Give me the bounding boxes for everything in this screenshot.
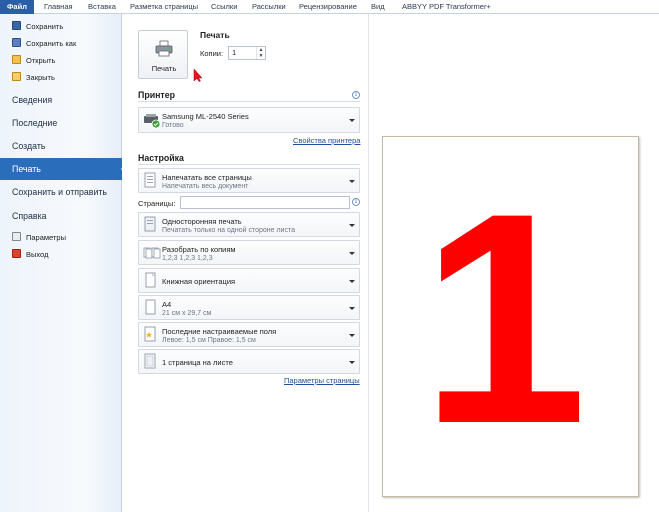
collate-dropdown-arrow-icon bbox=[349, 252, 355, 255]
print-button-label: Печать bbox=[151, 64, 177, 73]
paper-size-icon bbox=[145, 299, 156, 315]
pages-per-sheet-dropdown-arrow-icon bbox=[349, 361, 355, 364]
orientation-select[interactable]: Книжная ориентация bbox=[138, 268, 360, 293]
nav-help[interactable]: Справка bbox=[0, 205, 122, 227]
settings-heading: Настройка bbox=[138, 153, 184, 163]
nav-info[interactable]: Сведения bbox=[0, 89, 122, 111]
tab-page-layout[interactable]: Разметка страницы bbox=[130, 0, 198, 14]
page-setup-link[interactable]: Параметры страницы bbox=[284, 376, 360, 385]
sides-select[interactable]: Односторонняя печать Печатать только на … bbox=[138, 212, 360, 237]
page-number: 1 bbox=[421, 150, 588, 486]
printer-info-icon[interactable]: i bbox=[352, 91, 360, 99]
collate-title: Разобрать по копиям bbox=[162, 245, 236, 254]
nav-close-label: Закрыть bbox=[26, 73, 55, 82]
one-sided-icon bbox=[144, 216, 156, 232]
pages-per-sheet-title: 1 страница на листе bbox=[162, 358, 233, 367]
nav-exit-label: Выход bbox=[26, 250, 49, 259]
printer-name: Samsung ML-2540 Series bbox=[162, 112, 249, 121]
save-icon bbox=[12, 21, 21, 30]
copies-value: 1 bbox=[232, 48, 237, 57]
pages-per-sheet-select[interactable]: 1 страница на листе bbox=[138, 349, 360, 374]
orientation-dropdown-arrow-icon bbox=[349, 280, 355, 283]
nav-save[interactable]: Сохранить bbox=[12, 21, 63, 33]
printer-divider bbox=[138, 101, 360, 102]
collate-subtitle: 1,2,3 1,2,3 1,2,3 bbox=[162, 255, 213, 262]
tab-home[interactable]: Главная bbox=[44, 0, 73, 14]
nav-save-label: Сохранить bbox=[26, 22, 64, 31]
printer-heading: Принтер bbox=[138, 90, 175, 100]
printer-select[interactable]: Samsung ML-2540 Series Готово bbox=[138, 107, 360, 133]
nav-save-and-send[interactable]: Сохранить и отправить bbox=[0, 181, 122, 203]
sides-subtitle: Печатать только на одной стороне листа bbox=[162, 227, 295, 234]
nav-close[interactable]: Закрыть bbox=[12, 72, 55, 84]
margins-title: Последние настраиваемые поля bbox=[162, 327, 277, 336]
paper-size-dropdown-arrow-icon bbox=[349, 307, 355, 310]
tab-file[interactable]: Файл bbox=[0, 0, 34, 14]
nav-save-as[interactable]: Сохранить как bbox=[12, 38, 76, 50]
print-button[interactable]: Печать bbox=[138, 30, 188, 79]
tab-mailings[interactable]: Рассылки bbox=[252, 0, 286, 14]
save-as-icon bbox=[12, 38, 21, 47]
printer-icon bbox=[155, 40, 173, 57]
nav-new[interactable]: Создать bbox=[0, 135, 122, 157]
pages-per-sheet-icon bbox=[144, 353, 156, 369]
sides-dropdown-arrow-icon bbox=[349, 224, 355, 227]
print-scope-title: Напечатать все страницы bbox=[162, 173, 252, 182]
copies-input[interactable]: 1 ▲ ▼ bbox=[228, 46, 266, 60]
print-heading: Печать bbox=[200, 30, 230, 40]
tab-abbyy-pdf-transformer[interactable]: ABBYY PDF Transformer+ bbox=[402, 0, 491, 14]
nav-options-label: Параметры bbox=[26, 233, 66, 242]
tab-insert[interactable]: Вставка bbox=[88, 0, 116, 14]
print-scope-subtitle: Напечатать весь документ bbox=[162, 183, 249, 190]
paper-size-select[interactable]: А4 21 см x 29,7 см bbox=[138, 295, 360, 320]
margins-icon bbox=[144, 326, 156, 342]
collate-icon bbox=[143, 247, 161, 259]
paper-size-subtitle: 21 см x 29,7 см bbox=[162, 310, 212, 317]
pages-label: Страницы: bbox=[138, 199, 176, 208]
exit-icon bbox=[12, 249, 21, 258]
pages-info-icon[interactable]: i bbox=[352, 198, 360, 206]
orientation-title: Книжная ориентация bbox=[162, 277, 236, 286]
printer-properties-link[interactable]: Свойства принтера bbox=[293, 136, 360, 145]
options-icon bbox=[12, 232, 21, 241]
margins-select[interactable]: Последние настраиваемые поля Левое: 1,5 … bbox=[138, 322, 360, 347]
nav-exit[interactable]: Выход bbox=[12, 249, 48, 261]
mouse-cursor-icon bbox=[193, 68, 203, 82]
nav-recent[interactable]: Последние bbox=[0, 112, 122, 134]
tab-references[interactable]: Ссылки bbox=[211, 0, 237, 14]
copies-label: Копии: bbox=[200, 49, 224, 58]
folder-open-icon bbox=[12, 55, 21, 64]
folder-close-icon bbox=[12, 72, 21, 81]
collate-select[interactable]: Разобрать по копиям 1,2,3 1,2,3 1,2,3 bbox=[138, 240, 360, 265]
printer-dropdown-arrow-icon bbox=[349, 119, 355, 122]
paper-size-title: А4 bbox=[162, 300, 172, 309]
tab-view[interactable]: Вид bbox=[371, 0, 385, 14]
settings-divider bbox=[138, 164, 360, 165]
nav-open[interactable]: Открыть bbox=[12, 55, 55, 67]
printer-device-icon bbox=[144, 114, 161, 129]
copies-spinner[interactable]: ▲ ▼ bbox=[256, 47, 265, 59]
nav-open-label: Открыть bbox=[26, 56, 56, 65]
nav-options[interactable]: Параметры bbox=[12, 232, 66, 244]
margins-dropdown-arrow-icon bbox=[349, 334, 355, 337]
ribbon-tab-bar: Файл Главная Вставка Разметка страницы С… bbox=[0, 0, 659, 14]
nav-save-as-label: Сохранить как bbox=[26, 39, 77, 48]
pages-input[interactable] bbox=[180, 196, 350, 209]
nav-print[interactable]: Печать bbox=[0, 158, 127, 180]
all-pages-icon bbox=[144, 172, 156, 188]
backstage-nav: Сохранить Сохранить как Открыть Закрыть … bbox=[0, 14, 127, 512]
printer-status: Готово bbox=[162, 122, 184, 129]
margins-subtitle: Левое: 1,5 см Правое: 1,5 см bbox=[162, 337, 256, 344]
preview-page: 1 bbox=[382, 136, 639, 497]
preview-page-canvas: 1 bbox=[421, 150, 588, 486]
portrait-orientation-icon bbox=[145, 272, 156, 288]
tab-review[interactable]: Рецензирование bbox=[299, 0, 357, 14]
print-settings-pane: Печать Печать Копии: 1 ▲ ▼ Принтер i Sams… bbox=[122, 14, 368, 512]
print-scope-select[interactable]: Напечатать все страницы Напечатать весь … bbox=[138, 168, 360, 193]
sides-title: Односторонняя печать bbox=[162, 217, 242, 226]
scope-dropdown-arrow-icon bbox=[349, 180, 355, 183]
